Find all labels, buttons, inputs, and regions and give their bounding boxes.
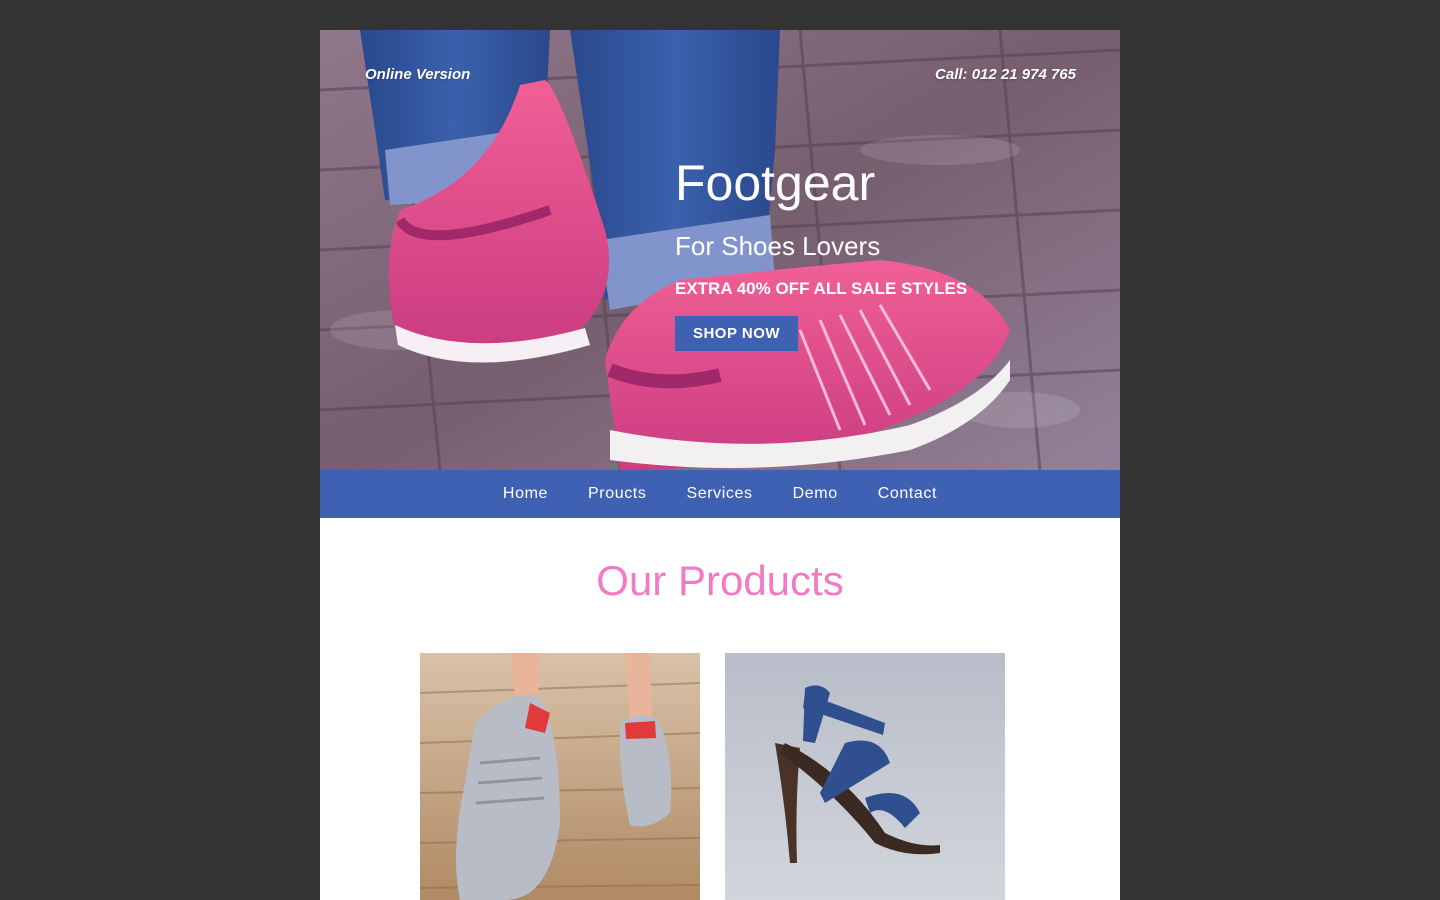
phone-number[interactable]: Call: 012 21 974 765 [935,66,1076,83]
promo-text: EXTRA 40% OFF ALL SALE STYLES [675,279,968,298]
online-version-link[interactable]: Online Version [365,66,470,83]
hero-subtitle: For Shoes Lovers [675,231,881,261]
heel-sandal-image [725,653,1005,900]
hero-banner: Online Version Call: 012 21 974 765 Foot… [320,30,1120,470]
nav-item-products[interactable]: Proucts [588,485,646,503]
product-card-running-shoes[interactable] [420,653,700,900]
nav-item-home[interactable]: Home [503,485,548,503]
product-card-heel-sandal[interactable] [725,653,1005,900]
products-heading: Our Products [596,557,844,604]
hero-title: Footgear [675,155,876,211]
nav-item-demo[interactable]: Demo [793,485,838,503]
running-shoes-image [420,653,700,900]
nav-item-contact[interactable]: Contact [878,485,937,503]
nav-item-services[interactable]: Services [686,485,752,503]
shop-now-button[interactable]: SHOP NOW [675,316,798,351]
main-nav: Home Proucts Services Demo Contact [320,470,1120,518]
email-container: Online Version Call: 012 21 974 765 Foot… [320,30,1120,900]
